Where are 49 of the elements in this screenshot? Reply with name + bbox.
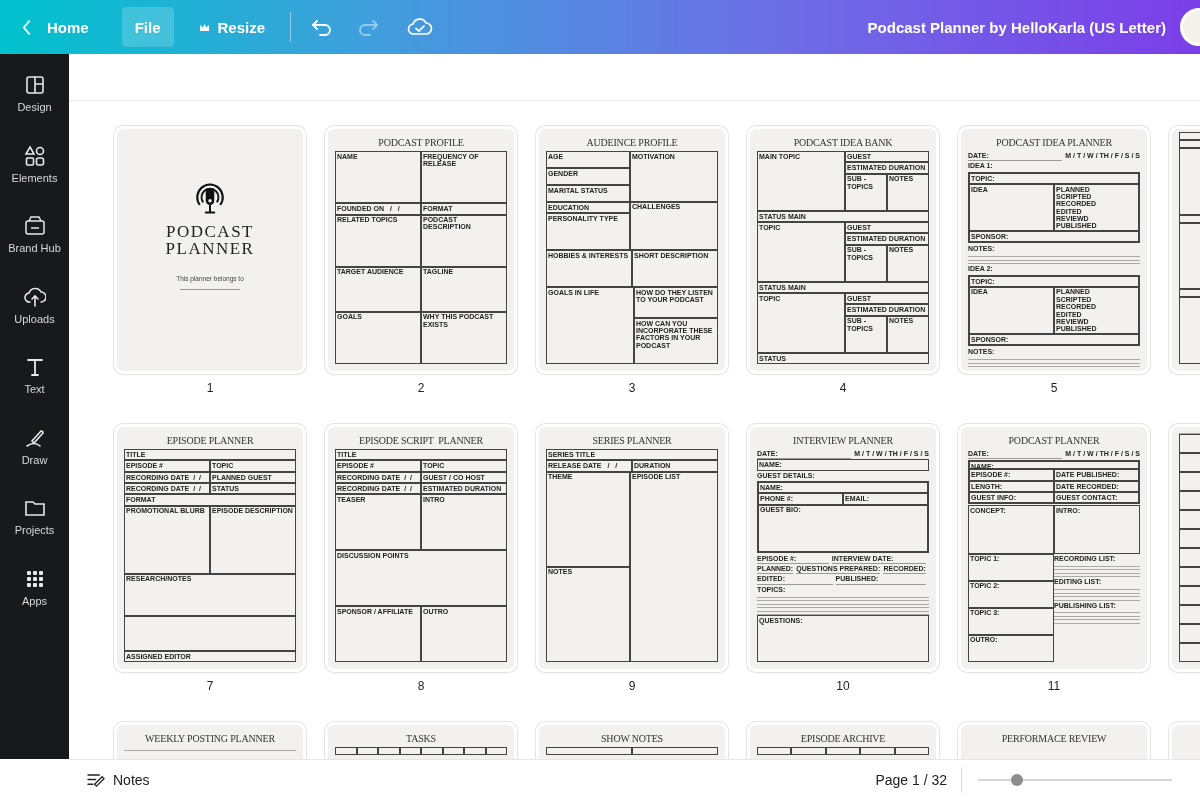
page-thumbnail[interactable]: SHOW NOTES [536, 722, 728, 759]
page-number: 7 [206, 678, 214, 695]
page-thumbnail[interactable]: TASKS [325, 722, 517, 759]
page-title: PODCAST PROFILE [377, 137, 465, 148]
page-thumbnail[interactable]: WEEKLY POSTING PLANNER [114, 722, 306, 759]
sidebar-item[interactable]: Projects [0, 493, 69, 564]
page-title: PERFORMACE REVIEW [1000, 733, 1108, 744]
sidebar-label: Uploads [14, 312, 55, 325]
page-title: WEEKLY POSTING PLANNER [144, 733, 276, 744]
page-title: AUDEINCE PROFILE [585, 137, 679, 148]
page-number: 4 [839, 380, 847, 397]
page-title: SERIES PLANNER [591, 435, 673, 446]
page-title: EPISODE ARCHIVE [799, 733, 887, 744]
page-title: TASKS [405, 733, 437, 744]
page-title: EPISODE PLANNER [165, 435, 255, 446]
page-number: 1 [206, 380, 214, 397]
page-number: 2 [417, 380, 425, 397]
sidebar-item[interactable]: Uploads [0, 281, 69, 352]
page-number: 3 [628, 380, 636, 397]
page-number: 10 [836, 678, 850, 695]
page-number: 8 [417, 678, 425, 695]
page-title: PODCAST PLANNER [1007, 435, 1101, 446]
sidebar-label: Text [24, 383, 45, 395]
sidebar-label: Brand Hub [8, 242, 61, 254]
sidebar-label: Projects [14, 524, 55, 536]
cover-title: PODCAST PLANNER [165, 223, 255, 257]
page-title: PODCAST IDEA PLANNER [995, 137, 1113, 148]
sidebar-item[interactable]: Apps [0, 563, 69, 634]
page-indicator[interactable]: Page 1 / 32 [871, 772, 951, 788]
page-thumbnail[interactable]: EPISODE ARCHIVE [747, 722, 939, 759]
page-number: 5 [1050, 380, 1058, 397]
page-thumbnail[interactable]: PERFORMACE REVIEW [958, 722, 1150, 759]
sidebar-item[interactable]: Text [0, 352, 69, 423]
sidebar-item[interactable]: Elements [0, 140, 69, 211]
sidebar-item[interactable]: Draw [0, 422, 69, 493]
page-title: INTERVIEW PLANNER [792, 435, 894, 446]
page-number: 11 [1047, 678, 1061, 695]
document-title[interactable]: Podcast Planner by HelloKarla (US Letter) [867, 18, 1166, 36]
sidebar-item[interactable]: Brand Hub [0, 211, 69, 282]
page-number: 9 [628, 678, 636, 695]
sidebar-label: Draw [21, 453, 48, 466]
notes-button[interactable]: Notes [81, 771, 156, 789]
sidebar-label: Apps [21, 594, 48, 607]
page-title: EPISODE SCRIPT PLANNER [358, 435, 484, 446]
page-title: SHOW NOTES [600, 733, 664, 744]
sidebar-item[interactable]: Design [0, 70, 69, 141]
sidebar-label: Design [17, 101, 52, 113]
page-title: PODCAST IDEA BANK [792, 137, 894, 148]
sidebar-label: Elements [11, 171, 58, 184]
